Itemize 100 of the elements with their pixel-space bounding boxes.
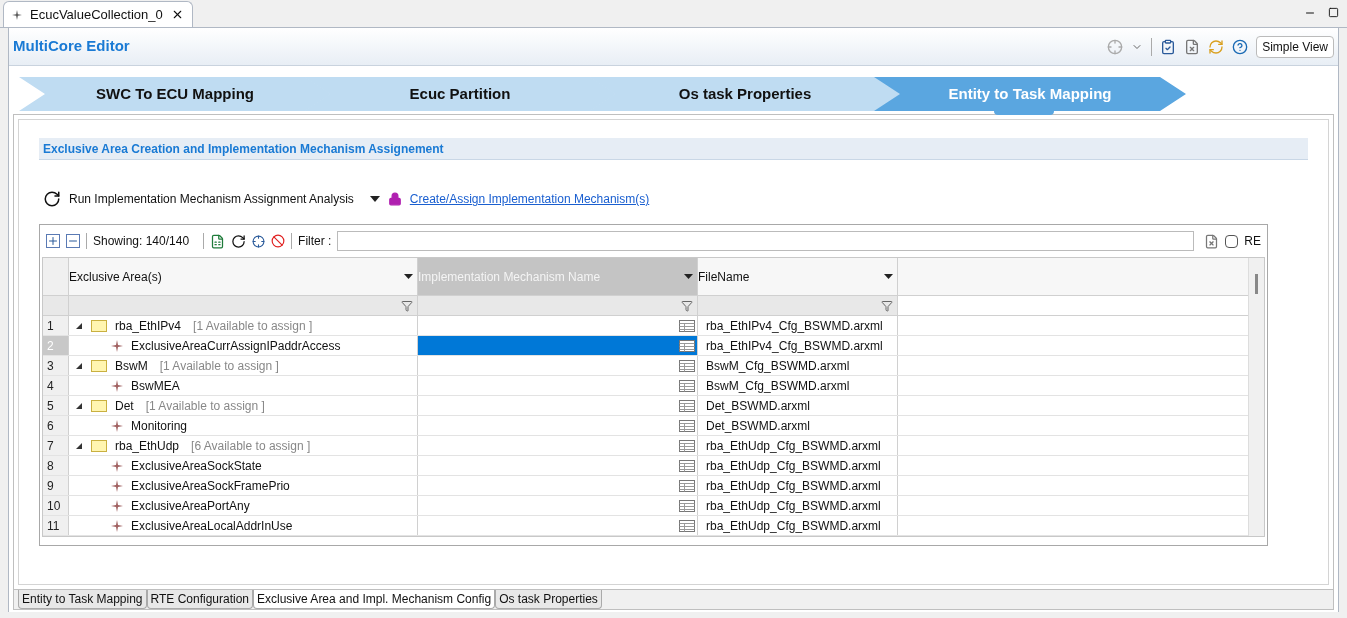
file-name-cell: Det_BSWMD.arxml (698, 416, 898, 435)
row-number: 5 (43, 396, 69, 415)
row-number: 8 (43, 456, 69, 475)
dropdown-caret-icon[interactable] (404, 274, 413, 279)
filter-icon[interactable] (681, 299, 693, 312)
file-name-cell: rba_EthUdp_Cfg_BSWMD.arxml (698, 516, 898, 535)
table-icon[interactable] (679, 419, 695, 432)
table-icon[interactable] (679, 459, 695, 472)
row-number: 7 (43, 436, 69, 455)
filter-field[interactable] (337, 231, 1195, 251)
column-header[interactable]: FileName (698, 258, 898, 295)
help-icon[interactable] (1232, 38, 1249, 55)
expanded-arrow-icon[interactable] (75, 361, 83, 370)
diamond-star-icon (111, 459, 123, 472)
showing-count: Showing: 140/140 (93, 233, 190, 250)
create-assign-link[interactable]: Create/Assign Implementation Mechanism(s) (409, 190, 650, 208)
folder-icon (91, 359, 107, 372)
table-icon[interactable] (679, 499, 695, 512)
wizard-step[interactable]: SWC To ECU Mapping (19, 77, 331, 111)
available-hint: [1 Available to assign ] (193, 317, 313, 335)
expanded-arrow-icon[interactable] (75, 441, 83, 450)
node-label: rba_EthIPv4 (115, 317, 182, 335)
filter-label: Filter : (298, 233, 332, 250)
file-name-cell: rba_EthUdp_Cfg_BSWMD.arxml (698, 476, 898, 495)
node-label: ExclusiveAreaLocalAddrInUse (131, 517, 293, 535)
node-label: rba_EthUdp (115, 437, 180, 455)
section-header: Exclusive Area Creation and Implementation Mechanism Assignement (39, 138, 1308, 160)
no-entry-icon[interactable] (271, 234, 286, 248)
diamond-star-icon (111, 339, 123, 352)
file-name-cell: rba_EthIPv4_Cfg_BSWMD.arxml (698, 336, 898, 355)
page-tab[interactable]: RTE Configuration (146, 590, 253, 609)
tab-title: EcucValueCollection_0 (30, 5, 163, 24)
table-icon[interactable] (679, 339, 695, 352)
scrollbar-thumb[interactable] (1255, 274, 1258, 294)
lock-icon (387, 192, 402, 206)
filter-icon[interactable] (881, 299, 893, 312)
row-number: 1 (43, 316, 69, 335)
mechanism-cell[interactable] (418, 336, 698, 355)
collapse-all-icon[interactable] (66, 234, 80, 248)
file-name-cell: rba_EthUdp_Cfg_BSWMD.arxml (698, 496, 898, 515)
diamond-star-icon (111, 519, 123, 532)
run-analysis-label[interactable]: Run Implementation Mechanism Assignment Analysis (69, 190, 354, 208)
simple-view-button[interactable]: Simple View (1256, 35, 1334, 58)
dropdown-caret-icon[interactable] (884, 274, 893, 279)
file-name-cell: BswM_Cfg_BSWMD.arxml (698, 356, 898, 375)
diamond-star-icon (111, 479, 123, 492)
row-number: 3 (43, 356, 69, 375)
node-label: BswM (115, 357, 148, 375)
checklist-icon[interactable] (1160, 38, 1177, 55)
column-header[interactable]: Exclusive Area(s) (69, 258, 418, 295)
regex-checkbox[interactable] (1225, 234, 1239, 248)
row-number: 4 (43, 376, 69, 395)
dropdown-caret-icon[interactable] (369, 196, 380, 202)
file-name-cell: rba_EthIPv4_Cfg_BSWMD.arxml (698, 316, 898, 335)
maximize-icon[interactable] (1328, 7, 1339, 18)
table-icon[interactable] (679, 399, 695, 412)
spreadsheet-icon[interactable] (210, 233, 226, 249)
row-number: 10 (43, 496, 69, 515)
file-name-cell: BswM_Cfg_BSWMD.arxml (698, 376, 898, 395)
available-hint: [1 Available to assign ] (145, 397, 265, 415)
clear-filter-icon[interactable] (1204, 233, 1220, 249)
node-label: Monitoring (131, 417, 188, 435)
target-icon[interactable] (252, 234, 266, 248)
wizard-step[interactable]: Os task Properties (589, 77, 901, 111)
editor-tab[interactable]: EcucValueCollection_0 (3, 1, 193, 27)
refresh-icon[interactable] (231, 233, 247, 249)
page-tab[interactable]: Entity to Task Mapping (18, 590, 147, 609)
node-label: ExclusiveAreaPortAny (131, 497, 250, 515)
folder-icon (91, 439, 107, 452)
diamond-star-icon (111, 499, 123, 512)
file-name-cell: Det_BSWMD.arxml (698, 396, 898, 415)
folder-icon (91, 399, 107, 412)
expanded-arrow-icon[interactable] (75, 321, 83, 330)
editor-title: MultiCore Editor (13, 36, 130, 57)
table-icon[interactable] (679, 319, 695, 332)
row-number: 11 (43, 516, 69, 535)
document-delete-icon[interactable] (1184, 38, 1201, 55)
node-label: ExclusiveAreaCurrAssignIPaddrAccess (131, 337, 341, 355)
available-hint: [6 Available to assign ] (191, 437, 311, 455)
table-icon[interactable] (679, 439, 695, 452)
filter-icon[interactable] (401, 299, 413, 312)
folder-icon (91, 319, 107, 332)
page-tab[interactable]: Exclusive Area and Impl. Mechanism Config (253, 590, 496, 609)
dropdown-caret-icon[interactable] (684, 274, 693, 279)
node-label: ExclusiveAreaSockFramePrio (131, 477, 290, 495)
file-name-cell: rba_EthUdp_Cfg_BSWMD.arxml (698, 456, 898, 475)
file-name-cell: rba_EthUdp_Cfg_BSWMD.arxml (698, 436, 898, 455)
diamond-star-icon (111, 379, 123, 392)
wizard-step[interactable]: Ecuc Partition (304, 77, 616, 111)
step-pointer (994, 111, 1054, 115)
diamond-star-icon (12, 9, 22, 20)
table-icon[interactable] (679, 519, 695, 532)
table-icon[interactable] (679, 379, 695, 392)
expand-all-icon[interactable] (46, 234, 60, 248)
node-label: BswMEA (131, 377, 180, 395)
expanded-arrow-icon[interactable] (75, 401, 83, 410)
node-label: Det (115, 397, 134, 415)
table-icon[interactable] (679, 359, 695, 372)
page-tab[interactable]: Os task Properties (495, 590, 602, 609)
table-icon[interactable] (679, 479, 695, 492)
